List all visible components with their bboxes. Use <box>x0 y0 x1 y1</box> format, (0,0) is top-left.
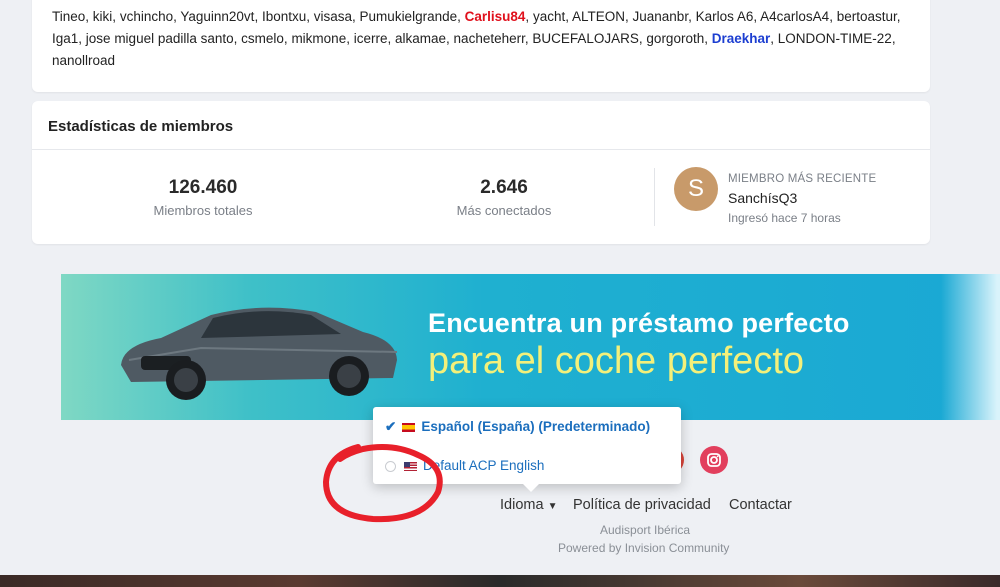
language-label: Idioma <box>500 497 544 513</box>
background-image-strip <box>0 575 1000 587</box>
username-link[interactable]: Juananbr <box>633 9 689 24</box>
contact-link[interactable]: Contactar <box>729 497 792 513</box>
username-link[interactable]: Yaguinn20vt <box>180 9 254 24</box>
language-option-spanish[interactable]: ✔ Español (España) (Predeterminado) <box>385 419 650 435</box>
total-members-label: Miembros totales <box>153 203 253 218</box>
car-image <box>121 307 398 400</box>
stat-total-members: 126.460 Miembros totales <box>73 177 333 218</box>
member-stats-card: Estadísticas de miembros 126.460 Miembro… <box>32 101 930 244</box>
username-link[interactable]: yacht <box>533 9 565 24</box>
recent-member-time: Ingresó hace 7 horas <box>728 211 841 225</box>
username-link[interactable]: bertoastur <box>837 9 897 24</box>
username-link[interactable]: alkamae <box>395 31 446 46</box>
divider <box>32 149 930 150</box>
online-users-card: Tineo, kiki, vchincho, Yaguinn20vt, Ibon… <box>32 0 930 92</box>
spain-flag-icon <box>402 422 416 432</box>
recent-member-label: MIEMBRO MÁS RECIENTE <box>728 173 877 185</box>
username-link[interactable]: LONDON-TIME-22 <box>778 31 892 46</box>
username-link[interactable]: Carlisu84 <box>465 9 526 24</box>
username-link[interactable]: nanollroad <box>52 53 115 68</box>
online-users-list: Tineo, kiki, vchincho, Yaguinn20vt, Ibon… <box>52 9 901 68</box>
username-link[interactable]: nacheteherr <box>454 31 525 46</box>
language-option-label: Español (España) (Predeterminado) <box>421 419 651 434</box>
username-link[interactable]: mikmone <box>291 31 346 46</box>
username-link[interactable]: Draekhar <box>712 31 771 46</box>
checkmark-icon: ✔ <box>385 419 397 434</box>
language-button[interactable]: Idioma ▼ <box>500 497 557 513</box>
avatar[interactable]: S <box>674 167 718 211</box>
powered-by-link[interactable]: Powered by Invision Community <box>558 541 729 555</box>
username-link[interactable]: Pumukielgrande <box>360 9 458 24</box>
username-link[interactable]: icerre <box>354 31 388 46</box>
stats-title: Estadísticas de miembros <box>48 118 234 135</box>
stat-most-online: 2.646 Más conectados <box>374 177 634 218</box>
instagram-icon[interactable] <box>700 446 728 474</box>
username-link[interactable]: csmelo <box>241 31 284 46</box>
username-link[interactable]: ALTEON <box>572 9 625 24</box>
banner-subheadline: para el coche perfecto <box>428 340 805 382</box>
divider <box>654 168 655 226</box>
banner-highlight <box>941 274 1000 420</box>
username-link[interactable]: vchincho <box>120 9 173 24</box>
privacy-link[interactable]: Política de privacidad <box>573 497 711 513</box>
username-link[interactable]: gorgoroth <box>646 31 704 46</box>
most-online-value: 2.646 <box>480 177 528 198</box>
username-link[interactable]: Iga1 <box>52 31 78 46</box>
username-link[interactable]: BUCEFALOJARS <box>532 31 639 46</box>
most-online-label: Más conectados <box>456 203 552 218</box>
banner-headline: Encuentra un préstamo perfecto <box>428 308 850 338</box>
username-link[interactable]: Tineo <box>52 9 85 24</box>
username-link[interactable]: Karlos A6 <box>696 9 754 24</box>
annotation-circle <box>322 444 443 523</box>
recent-member-name[interactable]: SanchísQ3 <box>728 190 797 206</box>
username-link[interactable]: A4carlosA4 <box>760 9 829 24</box>
caret-down-icon: ▼ <box>547 501 558 512</box>
username-link[interactable]: visasa <box>314 9 352 24</box>
total-members-value: 126.460 <box>168 177 238 198</box>
username-link[interactable]: jose miguel padilla santo <box>86 31 234 46</box>
ad-banner[interactable]: Encuentra un préstamo perfecto para el c… <box>61 274 1000 420</box>
username-link[interactable]: Ibontxu <box>262 9 306 24</box>
username-link[interactable]: kiki <box>93 9 113 24</box>
copyright-text: Audisport Ibérica <box>600 523 691 537</box>
